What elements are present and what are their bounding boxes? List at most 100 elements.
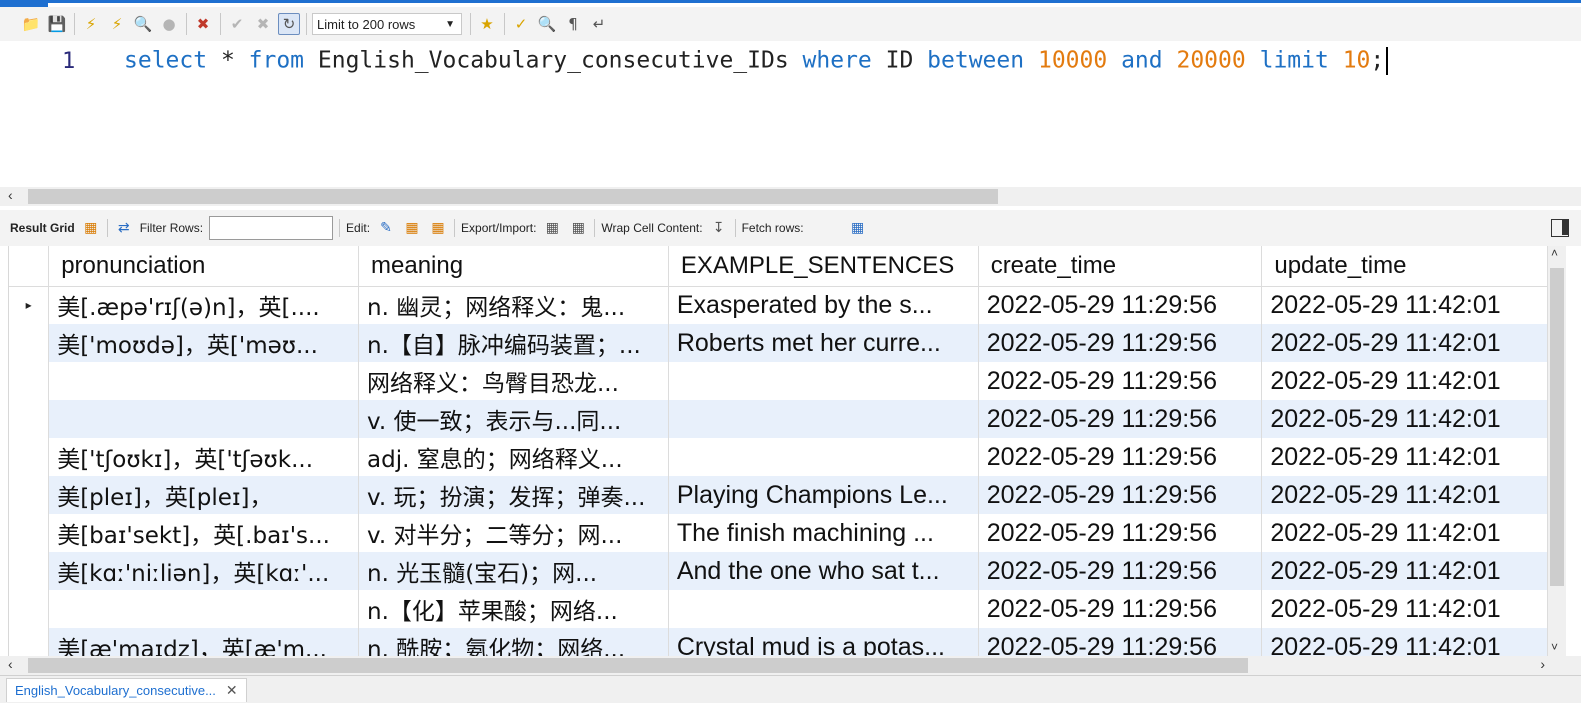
folder-icon[interactable]: 📁 [20, 13, 42, 35]
result-grid[interactable]: pronunciation meaning EXAMPLE_SENTENCES … [8, 246, 1548, 656]
meaning-cell[interactable]: n. 幽灵；网络释义：鬼... [358, 286, 669, 324]
rollback-icon[interactable]: ✖ [252, 13, 274, 35]
create-time-cell[interactable]: 2022-05-29 11:29:56 [978, 514, 1263, 552]
scrollbar-thumb[interactable] [28, 189, 998, 204]
table-row[interactable]: n.【化】苹果酸；网络... 2022-05-29 11:29:56 2022-05… [9, 590, 1548, 628]
example-sentence-cell[interactable] [668, 362, 979, 400]
update-time-cell[interactable]: 2022-05-29 11:42:01 [1261, 590, 1548, 628]
pronunciation-cell[interactable]: 美['moʊdə]，英['məʊ... [48, 324, 359, 362]
pronunciation-cell[interactable] [48, 400, 359, 438]
invisible-chars-icon[interactable]: ¶ [562, 13, 584, 35]
row-marker[interactable] [9, 514, 50, 552]
example-sentence-cell[interactable]: Crystal mud is a potas... [668, 628, 979, 656]
update-time-cell[interactable]: 2022-05-29 11:42:01 [1261, 286, 1548, 324]
meaning-cell[interactable]: n.【自】脉冲编码装置；... [358, 324, 669, 362]
example-sentence-cell[interactable]: The finish machining ... [668, 514, 979, 552]
grid-vertical-scrollbar[interactable]: ˄ ˅ [1548, 246, 1566, 656]
scroll-up-icon[interactable]: ˄ [1551, 246, 1558, 260]
pronunciation-cell[interactable]: 美[kɑː'niːliən]，英[kɑː'... [48, 552, 359, 590]
row-marker[interactable] [9, 552, 50, 590]
grid-layout-icon[interactable]: ▦ [81, 218, 101, 238]
delete-row-icon[interactable]: ▦ [428, 218, 448, 238]
scrollbar-thumb[interactable] [28, 658, 1248, 673]
column-header[interactable]: create_time [978, 246, 1263, 287]
execute-icon[interactable]: ⚡ [80, 13, 102, 35]
toggle-error-icon[interactable]: ✖ [192, 13, 214, 35]
row-marker[interactable] [9, 324, 50, 362]
meaning-cell[interactable]: v. 使一致；表示与...同... [358, 400, 669, 438]
close-icon[interactable]: ✕ [226, 682, 238, 699]
table-row[interactable]: 美[baɪ'sekt]，英[.baɪ's... v. 对半分；二等分；网... Th… [9, 514, 1548, 552]
table-row[interactable]: ▸ 美[.æpə'rɪʃ(ə)n]，英[.... n. 幽灵；网络释义：鬼... Ex… [9, 286, 1548, 324]
limit-rows-select[interactable]: Limit to 200 rows ▼ [312, 13, 462, 35]
explain-icon[interactable]: 🔍 [132, 13, 154, 35]
edit-row-icon[interactable]: ✎ [376, 218, 396, 238]
column-header[interactable]: update_time [1261, 246, 1548, 287]
meaning-cell[interactable]: v. 对半分；二等分；网... [358, 514, 669, 552]
beautify-icon[interactable]: ✓ [510, 13, 532, 35]
insert-row-icon[interactable]: ▦ [402, 218, 422, 238]
filter-rows-input[interactable] [209, 216, 334, 240]
row-marker[interactable] [9, 438, 50, 476]
result-grid-label[interactable]: Result Grid [10, 221, 75, 235]
table-row[interactable]: 美[pleɪ]，英[pleɪ]， v. 玩；扮演；发挥；弹奏... Playing … [9, 476, 1548, 514]
pronunciation-cell[interactable]: 美['tʃoʊkɪ]，英['tʃəʊk... [48, 438, 359, 476]
row-marker[interactable] [9, 476, 50, 514]
pronunciation-cell[interactable]: 美[æ'maɪdz]，英[æ'm... [48, 628, 359, 656]
export-icon[interactable]: ▦ [542, 218, 562, 238]
example-sentence-cell[interactable] [668, 400, 979, 438]
meaning-cell[interactable]: adj. 窒息的；网络释义... [358, 438, 669, 476]
pronunciation-cell[interactable]: 美[.æpə'rɪʃ(ə)n]，英[.... [48, 286, 359, 324]
scroll-down-icon[interactable]: ˅ [1551, 640, 1558, 654]
column-header[interactable]: meaning [358, 246, 669, 287]
save-icon[interactable]: 💾 [46, 13, 68, 35]
example-sentence-cell[interactable] [668, 438, 979, 476]
current-row-marker-icon[interactable]: ▸ [9, 286, 50, 324]
fetch-next-icon[interactable]: ▦ [848, 218, 868, 238]
update-time-cell[interactable]: 2022-05-29 11:42:01 [1261, 324, 1548, 362]
row-marker[interactable] [9, 590, 50, 628]
create-time-cell[interactable]: 2022-05-29 11:29:56 [978, 438, 1263, 476]
meaning-cell[interactable]: v. 玩；扮演；发挥；弹奏... [358, 476, 669, 514]
update-time-cell[interactable]: 2022-05-29 11:42:01 [1261, 514, 1548, 552]
create-time-cell[interactable]: 2022-05-29 11:29:56 [978, 362, 1263, 400]
wrap-icon[interactable]: ↵ [588, 13, 610, 35]
row-marker[interactable] [9, 362, 50, 400]
scroll-right-icon[interactable]: › [1540, 656, 1545, 672]
update-time-cell[interactable]: 2022-05-29 11:42:01 [1261, 362, 1548, 400]
table-row[interactable]: 网络释义：鸟臀目恐龙... 2022-05-29 11:29:56 2022-05-… [9, 362, 1548, 400]
refresh-icon[interactable]: ⇄ [114, 218, 134, 238]
find-icon[interactable]: 🔍 [536, 13, 558, 35]
stop-icon[interactable]: ● [158, 13, 180, 35]
table-row[interactable]: 美[æ'maɪdz]，英[æ'm... n. 酰胺；氨化物；网络... Crysta… [9, 628, 1548, 656]
meaning-cell[interactable]: 网络释义：鸟臀目恐龙... [358, 362, 669, 400]
table-row[interactable]: v. 使一致；表示与...同... 2022-05-29 11:29:56 2022… [9, 400, 1548, 438]
grid-horizontal-scrollbar[interactable]: ‹ › [0, 656, 1581, 675]
example-sentence-cell[interactable]: And the one who sat t... [668, 552, 979, 590]
editor-horizontal-scrollbar[interactable]: ‹ [0, 187, 1581, 206]
scroll-left-icon[interactable]: ‹ [8, 656, 13, 672]
update-time-cell[interactable]: 2022-05-29 11:42:01 [1261, 438, 1548, 476]
update-time-cell[interactable]: 2022-05-29 11:42:01 [1261, 628, 1548, 656]
update-time-cell[interactable]: 2022-05-29 11:42:01 [1261, 400, 1548, 438]
sql-editor[interactable]: 1 select * from English_Vocabulary_conse… [0, 41, 1581, 187]
sql-query-line[interactable]: select * from English_Vocabulary_consecu… [124, 47, 1389, 75]
create-time-cell[interactable]: 2022-05-29 11:29:56 [978, 400, 1263, 438]
import-icon[interactable]: ▦ [568, 218, 588, 238]
create-time-cell[interactable]: 2022-05-29 11:29:56 [978, 476, 1263, 514]
scroll-left-icon[interactable]: ‹ [8, 187, 13, 203]
meaning-cell[interactable]: n.【化】苹果酸；网络... [358, 590, 669, 628]
example-sentence-cell[interactable] [668, 590, 979, 628]
autocommit-icon[interactable]: ↻ [278, 13, 300, 35]
column-header[interactable]: pronunciation [48, 246, 359, 287]
create-time-cell[interactable]: 2022-05-29 11:29:56 [978, 590, 1263, 628]
meaning-cell[interactable]: n. 酰胺；氨化物；网络... [358, 628, 669, 656]
bookmark-icon[interactable]: ★ [476, 13, 498, 35]
commit-icon[interactable]: ✔ [226, 13, 248, 35]
row-marker[interactable] [9, 628, 50, 656]
execute-current-icon[interactable]: ⚡ [106, 13, 128, 35]
update-time-cell[interactable]: 2022-05-29 11:42:01 [1261, 552, 1548, 590]
update-time-cell[interactable]: 2022-05-29 11:42:01 [1261, 476, 1548, 514]
meaning-cell[interactable]: n. 光玉髓(宝石)；网... [358, 552, 669, 590]
create-time-cell[interactable]: 2022-05-29 11:29:56 [978, 324, 1263, 362]
